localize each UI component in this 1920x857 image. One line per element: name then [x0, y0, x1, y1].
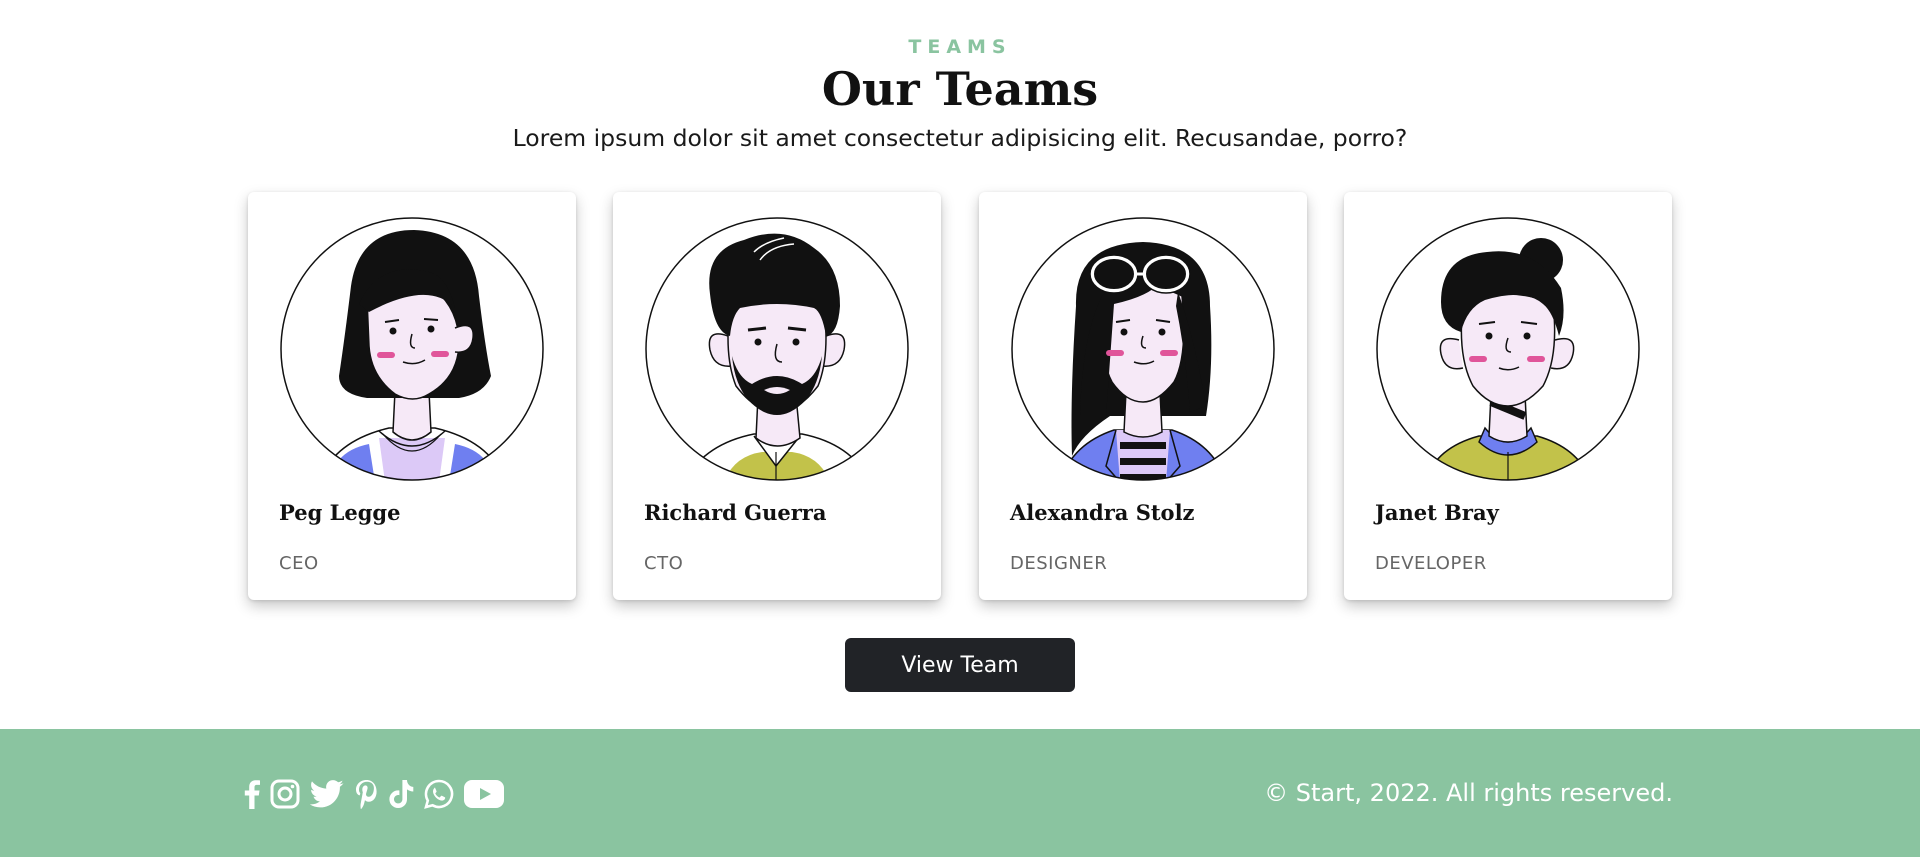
- team-card: Peg Legge CEO: [248, 192, 576, 600]
- section-title: Our Teams: [821, 62, 1099, 116]
- team-card: Janet Bray DEVELOPER: [1344, 192, 1672, 600]
- social-links: [244, 777, 504, 811]
- copyright-text: © Start, 2022. All rights reserved.: [1264, 779, 1673, 807]
- team-card: Richard Guerra CTO: [613, 192, 941, 600]
- member-role: CTO: [644, 553, 684, 574]
- tiktok-icon[interactable]: [388, 777, 414, 811]
- member-name: Janet Bray: [1375, 500, 1499, 525]
- member-name: Peg Legge: [279, 500, 401, 525]
- twitter-icon[interactable]: [310, 777, 344, 811]
- team-card: Alexandra Stolz DESIGNER: [979, 192, 1307, 600]
- member-role: DESIGNER: [1010, 553, 1108, 574]
- member-name: Alexandra Stolz: [1010, 500, 1195, 525]
- whatsapp-icon[interactable]: [424, 777, 454, 811]
- section-subtitle: Lorem ipsum dolor sit amet consectetur a…: [512, 124, 1408, 152]
- youtube-icon[interactable]: [464, 777, 504, 811]
- pinterest-icon[interactable]: [354, 777, 378, 811]
- woman-bun-avatar: [1375, 216, 1641, 482]
- facebook-icon[interactable]: [244, 777, 260, 811]
- woman-glasses-avatar: [1010, 216, 1276, 482]
- member-name: Richard Guerra: [644, 500, 827, 525]
- member-role: DEVELOPER: [1375, 553, 1487, 574]
- site-footer: © Start, 2022. All rights reserved.: [0, 729, 1920, 857]
- member-role: CEO: [279, 553, 319, 574]
- man-beard-avatar: [644, 216, 910, 482]
- section-eyebrow: TEAMS: [908, 36, 1012, 58]
- instagram-icon[interactable]: [270, 777, 300, 811]
- view-team-button[interactable]: View Team: [845, 638, 1075, 692]
- woman-bob-hair-avatar: [279, 216, 545, 482]
